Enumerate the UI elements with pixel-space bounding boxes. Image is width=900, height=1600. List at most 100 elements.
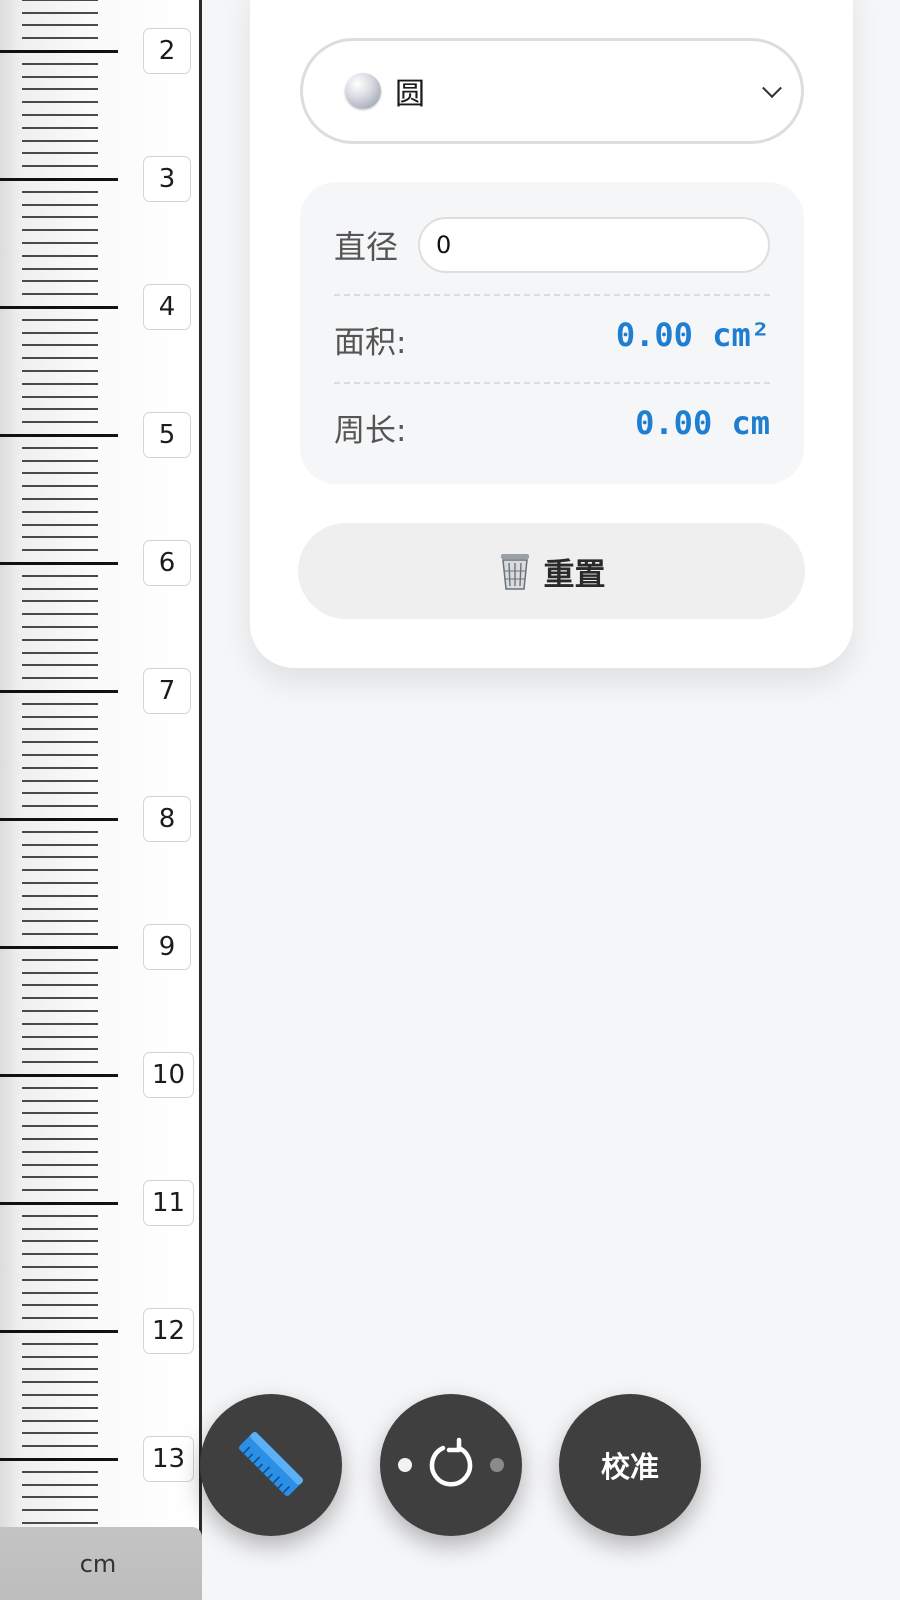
ruler-minor-tick	[22, 895, 98, 897]
ruler-minor-tick	[22, 63, 98, 65]
chevron-down-icon	[762, 78, 782, 99]
ruler-minor-tick	[22, 383, 98, 385]
sphere-icon	[345, 73, 381, 109]
ruler-minor-tick	[22, 37, 98, 39]
diameter-input[interactable]	[418, 217, 770, 273]
ruler-minor-tick	[22, 728, 98, 730]
area-value: 0.00 cm²	[615, 316, 770, 354]
unit-tab[interactable]: cm	[0, 1527, 202, 1600]
ruler-major-tick	[0, 562, 118, 565]
ruler-minor-tick	[22, 1407, 98, 1409]
ruler-minor-tick	[22, 1061, 98, 1063]
reset-button[interactable]: 重置	[298, 523, 805, 619]
ruler-minor-tick	[22, 1010, 98, 1012]
ruler-major-tick	[0, 1330, 118, 1333]
ruler-minor-tick	[22, 920, 98, 922]
ruler-minor-tick	[22, 12, 98, 14]
ruler-minor-tick	[22, 1496, 98, 1498]
ruler-minor-tick	[22, 1215, 98, 1217]
ruler-minor-tick	[22, 421, 98, 423]
ruler-minor-tick	[22, 268, 98, 270]
ruler-minor-tick	[22, 1368, 98, 1370]
ruler-minor-tick	[22, 908, 98, 910]
ruler-label: 13	[143, 1436, 195, 1482]
vertical-ruler[interactable]: cm 2 3 4 5 6 7 8 9 10 11 12 13	[0, 0, 202, 1600]
ruler-label: 6	[143, 540, 191, 586]
ruler-minor-tick	[22, 1471, 98, 1473]
divider	[334, 382, 770, 384]
ruler-minor-tick	[22, 575, 98, 577]
ruler-minor-tick	[22, 127, 98, 129]
ruler-minor-tick	[22, 972, 98, 974]
ruler-minor-tick	[22, 229, 98, 231]
ruler-minor-tick	[22, 357, 98, 359]
ruler-minor-tick	[22, 1125, 98, 1127]
diameter-label: 直径	[334, 228, 399, 266]
ruler-major-tick	[0, 1074, 118, 1077]
ruler-minor-tick	[22, 76, 98, 78]
shape-name: 圆	[395, 77, 425, 112]
ruler-major-tick	[0, 818, 118, 821]
ruler-minor-tick	[22, 1100, 98, 1102]
ruler-minor-tick	[22, 716, 98, 718]
ruler-label: 5	[143, 412, 191, 458]
calculation-panel: 直径 面积: 0.00 cm² 周长: 0.00 cm	[300, 182, 804, 484]
ruler-minor-tick	[22, 1432, 98, 1434]
ruler-minor-tick	[22, 114, 98, 116]
ruler-minor-tick	[22, 1087, 98, 1089]
ruler-minor-tick	[22, 882, 98, 884]
ruler-minor-tick	[22, 664, 98, 666]
ruler-minor-tick	[22, 703, 98, 705]
rotate-icon	[423, 1436, 479, 1495]
ruler-minor-tick	[22, 332, 98, 334]
ruler-minor-tick	[22, 1420, 98, 1422]
ruler-minor-tick	[22, 1164, 98, 1166]
calibrate-button[interactable]: 校准	[559, 1394, 701, 1536]
ruler-minor-tick	[22, 805, 98, 807]
ruler-minor-tick	[22, 959, 98, 961]
ruler-minor-tick	[22, 997, 98, 999]
ruler-minor-tick	[22, 242, 98, 244]
ruler-minor-tick	[22, 1356, 98, 1358]
ruler-major-tick	[0, 306, 118, 309]
ruler-minor-tick	[22, 984, 98, 986]
ruler-major-tick	[0, 946, 118, 949]
ruler-icon	[226, 1419, 316, 1512]
ruler-minor-tick	[22, 485, 98, 487]
ruler-minor-tick	[22, 1036, 98, 1038]
area-label: 面积:	[334, 325, 407, 361]
rotate-button[interactable]	[380, 1394, 522, 1536]
ruler-mode-button[interactable]	[200, 1394, 342, 1536]
ruler-minor-tick	[22, 1445, 98, 1447]
ruler-minor-tick	[22, 152, 98, 154]
perimeter-label: 周长:	[334, 413, 407, 449]
ruler-minor-tick	[22, 1228, 98, 1230]
ruler-minor-tick	[22, 626, 98, 628]
ruler-minor-tick	[22, 1266, 98, 1268]
ruler-minor-tick	[22, 1343, 98, 1345]
ruler-major-tick	[0, 1202, 118, 1205]
divider	[334, 294, 770, 296]
ruler-minor-tick	[22, 600, 98, 602]
ruler-minor-tick	[22, 792, 98, 794]
ruler-minor-tick	[22, 255, 98, 257]
page-dot	[490, 1458, 504, 1472]
ruler-minor-tick	[22, 869, 98, 871]
ruler-minor-tick	[22, 24, 98, 26]
ruler-minor-tick	[22, 639, 98, 641]
ruler-minor-tick	[22, 1394, 98, 1396]
ruler-label: 12	[143, 1308, 195, 1354]
ruler-minor-tick	[22, 319, 98, 321]
ruler-minor-tick	[22, 780, 98, 782]
ruler-minor-tick	[22, 1112, 98, 1114]
ruler-minor-tick	[22, 280, 98, 282]
ruler-minor-tick	[22, 1292, 98, 1294]
ruler-label: 10	[143, 1052, 195, 1098]
ruler-minor-tick	[22, 1317, 98, 1319]
ruler-minor-tick	[22, 933, 98, 935]
ruler-label: 7	[143, 668, 191, 714]
shape-select[interactable]: 圆	[300, 38, 804, 144]
ruler-minor-tick	[22, 856, 98, 858]
calibrate-label: 校准	[600, 1450, 659, 1484]
ruler-minor-tick	[22, 216, 98, 218]
